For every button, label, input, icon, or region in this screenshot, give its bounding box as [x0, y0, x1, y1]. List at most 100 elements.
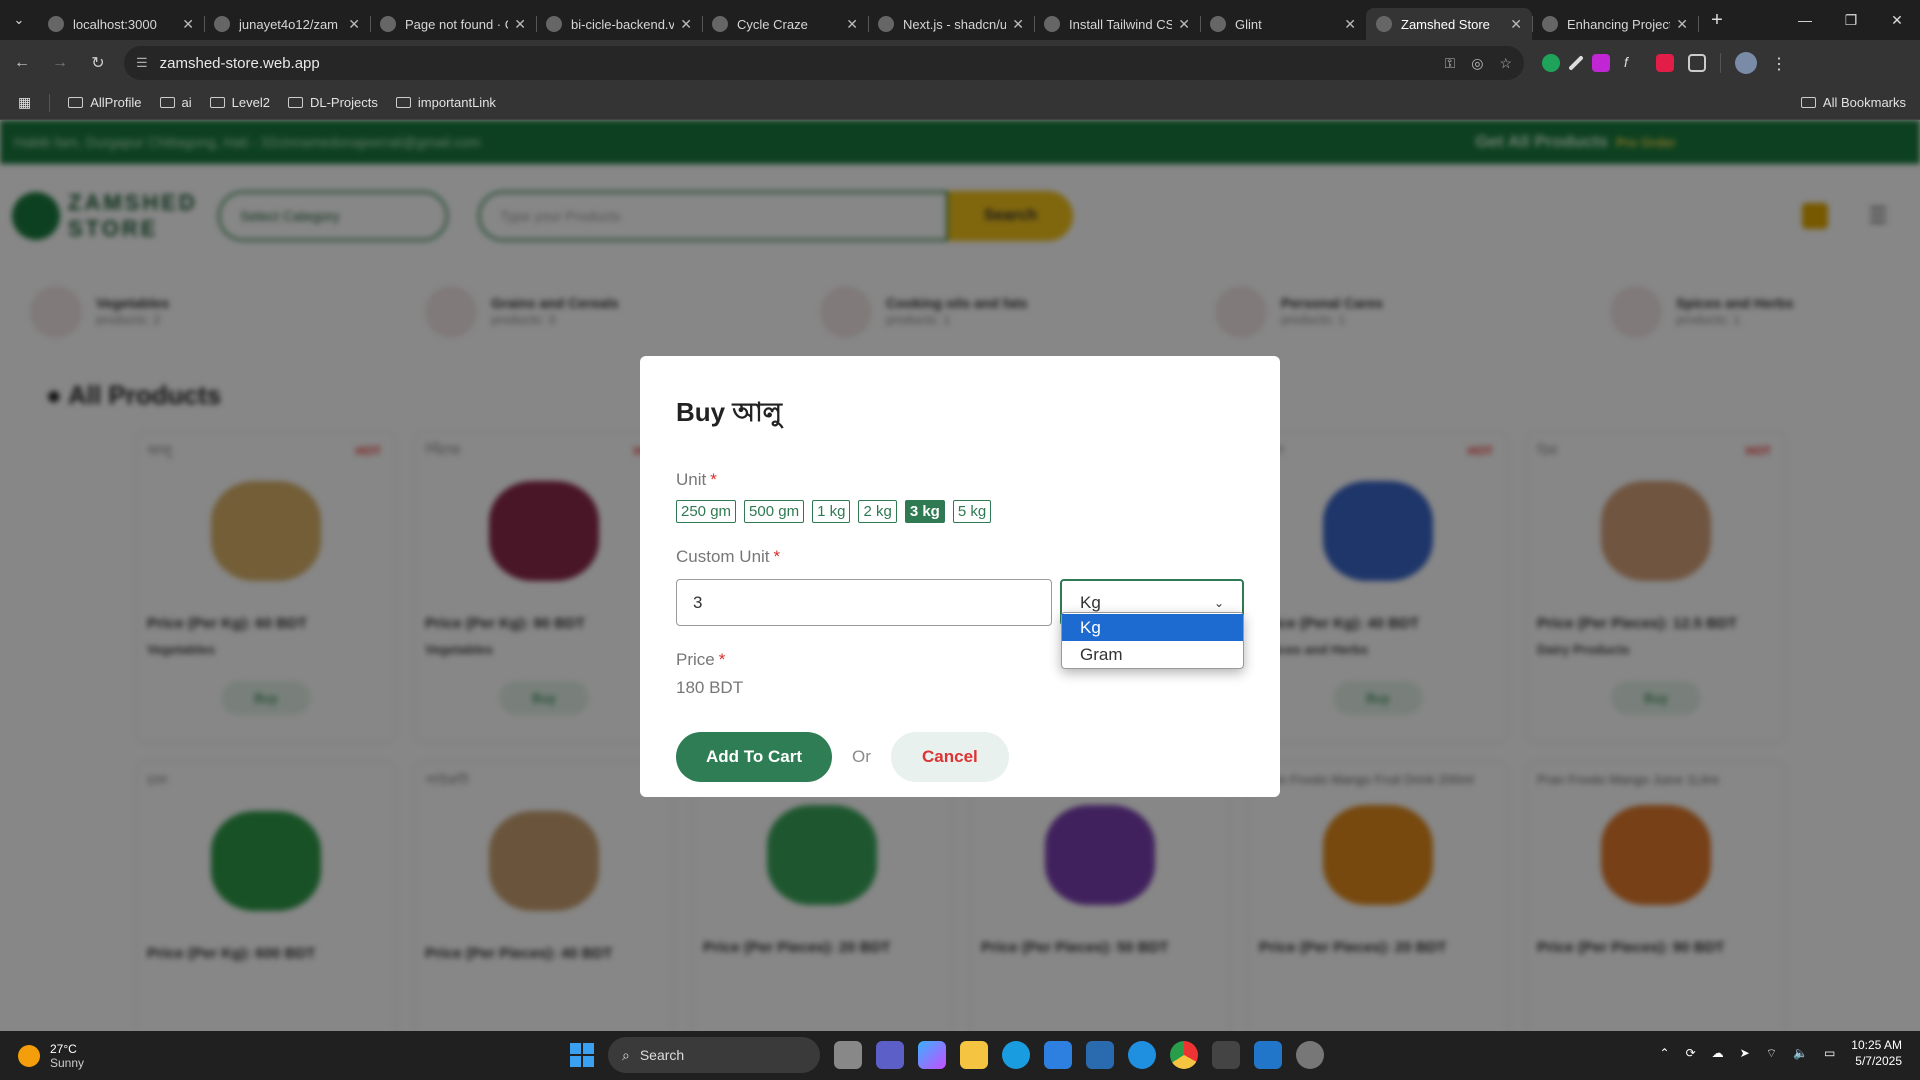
- browser-tab[interactable]: Enhancing Project ✕: [1532, 8, 1699, 40]
- restore-icon[interactable]: ❐: [1828, 0, 1874, 40]
- price-value: 180 BDT: [676, 678, 744, 697]
- cancel-button[interactable]: Cancel: [890, 732, 1009, 782]
- clock[interactable]: 10:25 AM 5/7/2025: [1851, 1037, 1902, 1069]
- bookmark-star-icon[interactable]: ☆: [1499, 55, 1512, 72]
- font-extension-icon[interactable]: f: [1624, 54, 1642, 72]
- eye-off-icon[interactable]: ◎: [1471, 55, 1483, 72]
- browser-tab[interactable]: Next.js - shadcn/u ✕: [868, 8, 1035, 40]
- unit-chip-group: 250 gm 500 gm 1 kg 2 kg 3 kg 5 kg: [676, 500, 1244, 523]
- bookmark-folder[interactable]: importantLink: [395, 95, 496, 110]
- browser-tab[interactable]: junayet4o12/zam ✕: [204, 8, 371, 40]
- color-picker-icon[interactable]: [1568, 55, 1584, 71]
- close-tab-icon[interactable]: ✕: [514, 16, 526, 33]
- reload-icon[interactable]: ↻: [82, 47, 114, 79]
- bookmark-folder[interactable]: ai: [159, 95, 192, 110]
- back-icon[interactable]: ←: [6, 47, 38, 79]
- puzzle-extensions-icon[interactable]: [1688, 54, 1706, 72]
- tab-title: Enhancing Project: [1567, 16, 1671, 32]
- settings-gear-icon[interactable]: [1296, 1041, 1324, 1069]
- weather-widget[interactable]: 27°C Sunny: [18, 1042, 84, 1070]
- option-kg[interactable]: Kg: [1062, 614, 1243, 641]
- tab-favicon-icon: [1542, 16, 1558, 32]
- unit-type-dropdown: Kg Gram: [1061, 612, 1244, 669]
- browser-tab[interactable]: bi-cicle-backend.v ✕: [536, 8, 703, 40]
- system-tray: ⌃ ⟳ ☁ ➤ ⌔ 🔈 ▭ 10:25 AM 5/7/2025: [1660, 1037, 1902, 1069]
- cloud-icon[interactable]: ☁: [1712, 1046, 1724, 1060]
- youtube-extension-icon[interactable]: [1656, 54, 1674, 72]
- battery-icon[interactable]: ▭: [1824, 1046, 1835, 1060]
- tab-favicon-icon: [1044, 16, 1060, 32]
- browser-tab-bar: ⌄ localhost:3000 ✕ junayet4o12/zam ✕ Page no…: [0, 0, 1920, 40]
- taskbar-search[interactable]: ⌕ Search: [608, 1037, 820, 1073]
- close-tab-icon[interactable]: ✕: [1510, 16, 1522, 33]
- close-window-icon[interactable]: ✕: [1874, 0, 1920, 40]
- new-tab-button[interactable]: +: [1702, 9, 1732, 32]
- tab-favicon-icon: [712, 16, 728, 32]
- folder-icon: [1800, 97, 1816, 108]
- copilot-icon[interactable]: [918, 1041, 946, 1069]
- close-tab-icon[interactable]: ✕: [1676, 16, 1688, 33]
- store-icon[interactable]: [1044, 1041, 1072, 1069]
- all-bookmarks[interactable]: All Bookmarks: [1800, 95, 1906, 110]
- tab-separator: [1698, 16, 1699, 32]
- wifi-icon[interactable]: ⌔: [1766, 1046, 1777, 1061]
- site-info-icon[interactable]: ☰: [136, 55, 148, 71]
- forward-icon[interactable]: →: [44, 47, 76, 79]
- file-explorer-icon[interactable]: [960, 1041, 988, 1069]
- send-icon[interactable]: ➤: [1740, 1046, 1750, 1060]
- unit-chip[interactable]: 2 kg: [858, 500, 897, 523]
- password-key-icon[interactable]: ⚿: [1445, 55, 1456, 72]
- extension-green-icon[interactable]: [1542, 54, 1560, 72]
- browser-tab[interactable]: Page not found · G ✕: [370, 8, 537, 40]
- url-bar[interactable]: ☰ zamshed-store.web.app ⚿ ◎ ☆: [124, 46, 1524, 80]
- terminal-icon[interactable]: [1212, 1041, 1240, 1069]
- browser-tab[interactable]: Glint ✕: [1200, 8, 1367, 40]
- tab-title: bi-cicle-backend.v: [571, 16, 675, 32]
- help-icon[interactable]: [1128, 1041, 1156, 1069]
- edge-icon[interactable]: [1002, 1041, 1030, 1069]
- option-gram[interactable]: Gram: [1062, 641, 1243, 668]
- sync-icon[interactable]: ⟳: [1686, 1046, 1696, 1060]
- minimize-icon[interactable]: —: [1782, 0, 1828, 40]
- volume-icon[interactable]: 🔈: [1793, 1046, 1808, 1060]
- bookmark-folder[interactable]: DL-Projects: [287, 95, 378, 110]
- browser-tab[interactable]: Zamshed Store ✕: [1366, 8, 1533, 40]
- add-to-cart-button[interactable]: Add To Cart: [676, 732, 832, 782]
- apps-grid-icon[interactable]: ▦: [18, 94, 31, 111]
- mysql-icon[interactable]: [1086, 1041, 1114, 1069]
- unit-chip[interactable]: 250 gm: [676, 500, 737, 523]
- close-tab-icon[interactable]: ✕: [1344, 16, 1356, 33]
- vscode-icon[interactable]: [1254, 1041, 1282, 1069]
- download-extension-icon[interactable]: [1592, 54, 1610, 72]
- menu-dots-icon[interactable]: ⋮: [1771, 54, 1789, 73]
- tab-search-icon[interactable]: ⌄: [0, 0, 38, 40]
- custom-unit-input[interactable]: 3: [676, 579, 1052, 626]
- unit-chip[interactable]: 3 kg: [904, 500, 945, 523]
- browser-tab[interactable]: Cycle Craze ✕: [702, 8, 869, 40]
- tab-favicon-icon: [1210, 16, 1226, 32]
- chevron-up-icon[interactable]: ⌃: [1660, 1046, 1670, 1060]
- unit-chip[interactable]: 1 kg: [812, 500, 851, 523]
- unit-chip[interactable]: 500 gm: [744, 500, 805, 523]
- close-tab-icon[interactable]: ✕: [846, 16, 858, 33]
- windows-start-icon[interactable]: [570, 1043, 594, 1067]
- folder-icon: [395, 97, 411, 108]
- bookmark-folder[interactable]: AllProfile: [68, 95, 142, 110]
- teams-icon[interactable]: [876, 1041, 904, 1069]
- profile-avatar-icon[interactable]: [1735, 52, 1757, 74]
- browser-tab[interactable]: localhost:3000 ✕: [38, 8, 205, 40]
- browser-tab[interactable]: Install Tailwind CS ✕: [1034, 8, 1201, 40]
- tab-favicon-icon: [1376, 16, 1392, 32]
- close-tab-icon[interactable]: ✕: [348, 16, 360, 33]
- close-tab-icon[interactable]: ✕: [182, 16, 194, 33]
- close-tab-icon[interactable]: ✕: [1178, 16, 1190, 33]
- sun-icon: [18, 1044, 40, 1067]
- bookmark-label: ai: [181, 95, 192, 110]
- chevron-down-icon: ⌄: [1213, 595, 1224, 610]
- task-view-icon[interactable]: [834, 1041, 862, 1069]
- unit-chip[interactable]: 5 kg: [952, 500, 992, 523]
- close-tab-icon[interactable]: ✕: [680, 16, 692, 33]
- bookmark-folder[interactable]: Level2: [209, 95, 270, 110]
- close-tab-icon[interactable]: ✕: [1012, 16, 1024, 33]
- chrome-icon[interactable]: [1170, 1041, 1198, 1069]
